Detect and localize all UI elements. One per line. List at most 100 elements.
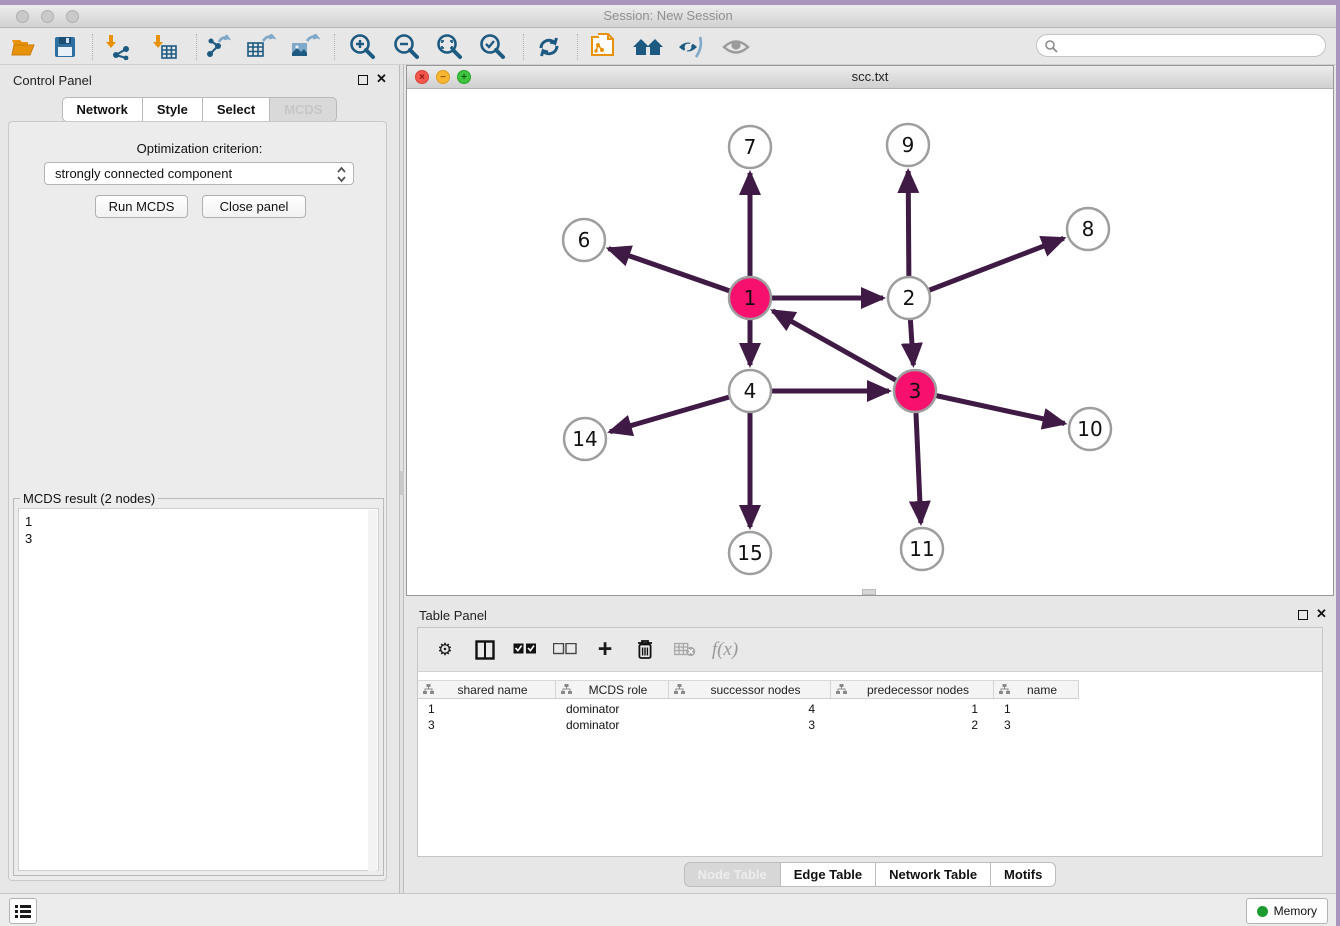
column-header-successor-nodes[interactable]: successor nodes <box>669 681 831 698</box>
column-header-MCDS-role[interactable]: MCDS role <box>556 681 669 698</box>
clone-network-icon[interactable] <box>587 32 621 62</box>
tab-network-table[interactable]: Network Table <box>876 862 991 887</box>
table-close-panel-icon[interactable]: ✕ <box>1316 606 1327 622</box>
cell-MCDS-role[interactable]: dominator <box>556 717 669 733</box>
mcds-result-list[interactable]: 1 3 <box>18 508 379 871</box>
edge-1-6[interactable] <box>609 249 750 298</box>
column-header-name[interactable]: name <box>994 681 1079 698</box>
control-panel-title: Control Panel <box>13 73 92 88</box>
cell-name[interactable]: 1 <box>994 701 1079 717</box>
node-2[interactable]: 2 <box>888 277 930 319</box>
network-window-title-bar: × − + scc.txt <box>407 66 1333 89</box>
delete-column-trash-icon[interactable] <box>632 638 658 662</box>
node-6[interactable]: 6 <box>563 219 605 261</box>
cell-successor-nodes[interactable]: 4 <box>669 701 831 717</box>
split-columns-icon[interactable] <box>472 638 498 662</box>
node-table: ⚙ + f(x) shared nameMCDS r <box>417 627 1323 857</box>
task-history-button[interactable] <box>9 898 37 924</box>
optimization-criterion-dropdown[interactable]: strongly connected component <box>44 162 354 185</box>
svg-text:8: 8 <box>1082 217 1095 241</box>
table-settings-gear-icon[interactable]: ⚙ <box>432 638 458 662</box>
save-session-button[interactable] <box>48 32 82 62</box>
svg-text:6: 6 <box>578 228 591 252</box>
network-canvas[interactable]: 7 9 6 8 1 2 4 3 14 10 15 11 <box>407 89 1333 595</box>
status-bar: Memory <box>0 893 1336 926</box>
tab-edge-table[interactable]: Edge Table <box>781 862 876 887</box>
svg-text:11: 11 <box>909 537 934 561</box>
column-header-predecessor-nodes[interactable]: predecessor nodes <box>831 681 994 698</box>
show-all-eye-icon[interactable] <box>719 32 753 62</box>
float-panel-icon[interactable] <box>358 75 368 85</box>
node-14[interactable]: 14 <box>564 418 606 460</box>
table-row[interactable]: 3dominator323 <box>418 717 1079 733</box>
table-float-panel-icon[interactable] <box>1298 610 1308 620</box>
memory-label: Memory <box>1274 904 1317 918</box>
node-10[interactable]: 10 <box>1069 408 1111 450</box>
cell-MCDS-role[interactable]: dominator <box>556 701 669 717</box>
svg-text:4: 4 <box>744 379 757 403</box>
export-image-icon[interactable] <box>288 32 322 62</box>
zoom-out-icon[interactable] <box>389 32 423 62</box>
edge-3-10[interactable] <box>915 391 1065 423</box>
tab-network[interactable]: Network <box>62 97 143 122</box>
node-7[interactable]: 7 <box>729 126 771 168</box>
mcds-result-group: MCDS result (2 nodes) 1 3 <box>13 498 384 876</box>
delete-table-icon[interactable] <box>672 638 698 662</box>
cell-successor-nodes[interactable]: 3 <box>669 717 831 733</box>
application-window: Session: New Session <box>0 5 1336 926</box>
cell-name[interactable]: 3 <box>994 717 1079 733</box>
memory-button[interactable]: Memory <box>1246 898 1328 924</box>
tab-motifs[interactable]: Motifs <box>991 862 1056 887</box>
tab-style[interactable]: Style <box>143 97 203 122</box>
close-panel-icon[interactable]: ✕ <box>376 71 387 87</box>
table-row[interactable]: 1dominator411 <box>418 701 1079 717</box>
zoom-fit-icon[interactable] <box>432 32 466 62</box>
edge-3-1[interactable] <box>773 311 915 391</box>
refresh-icon[interactable] <box>532 32 566 62</box>
run-mcds-button[interactable]: Run MCDS <box>95 195 188 218</box>
canvas-scroll-grip[interactable] <box>862 589 876 595</box>
import-table-icon[interactable] <box>148 32 182 62</box>
close-panel-button[interactable]: Close panel <box>202 195 306 218</box>
open-file-button[interactable] <box>6 32 40 62</box>
node-4[interactable]: 4 <box>729 370 771 412</box>
svg-text:1: 1 <box>744 286 757 310</box>
network-graph: 7 9 6 8 1 2 4 3 14 10 15 11 <box>407 89 1333 595</box>
node-1[interactable]: 1 <box>729 277 771 319</box>
network-window-title: scc.txt <box>407 69 1333 84</box>
hide-selected-eye-icon[interactable] <box>674 32 708 62</box>
select-all-columns-icon[interactable] <box>512 638 538 662</box>
add-column-plus-icon[interactable]: + <box>592 638 618 662</box>
export-table-icon[interactable] <box>244 32 278 62</box>
cell-predecessor-nodes[interactable]: 2 <box>831 717 994 733</box>
zoom-in-icon[interactable] <box>345 32 379 62</box>
node-9[interactable]: 9 <box>887 124 929 166</box>
deselect-all-columns-icon[interactable] <box>552 638 578 662</box>
function-builder-icon[interactable]: f(x) <box>712 638 738 662</box>
edge-2-8[interactable] <box>909 238 1064 298</box>
import-network-icon[interactable] <box>101 32 135 62</box>
export-network-icon[interactable] <box>201 32 235 62</box>
table-panel: Table Panel ✕ ⚙ + <box>406 600 1334 898</box>
main-toolbar <box>0 28 1336 65</box>
divider-grip[interactable] <box>400 471 404 495</box>
search-input[interactable] <box>1058 37 1325 55</box>
first-neighbors-icon[interactable] <box>631 32 665 62</box>
panel-divider[interactable] <box>399 65 404 898</box>
tab-select[interactable]: Select <box>203 97 270 122</box>
result-scrollbar[interactable] <box>368 510 377 871</box>
zoom-selected-icon[interactable] <box>475 32 509 62</box>
tab-mcds[interactable]: MCDS <box>270 97 337 122</box>
cell-shared-name[interactable]: 1 <box>418 701 556 717</box>
node-3[interactable]: 3 <box>894 370 936 412</box>
cell-predecessor-nodes[interactable]: 1 <box>831 701 994 717</box>
tab-node-table[interactable]: Node Table <box>684 862 781 887</box>
node-15[interactable]: 15 <box>729 532 771 574</box>
node-11[interactable]: 11 <box>901 528 943 570</box>
svg-text:9: 9 <box>902 133 915 157</box>
column-header-shared-name[interactable]: shared name <box>418 681 556 698</box>
cell-shared-name[interactable]: 3 <box>418 717 556 733</box>
search-box[interactable] <box>1036 34 1326 57</box>
optimization-criterion-label: Optimization criterion: <box>0 141 399 156</box>
node-8[interactable]: 8 <box>1067 208 1109 250</box>
